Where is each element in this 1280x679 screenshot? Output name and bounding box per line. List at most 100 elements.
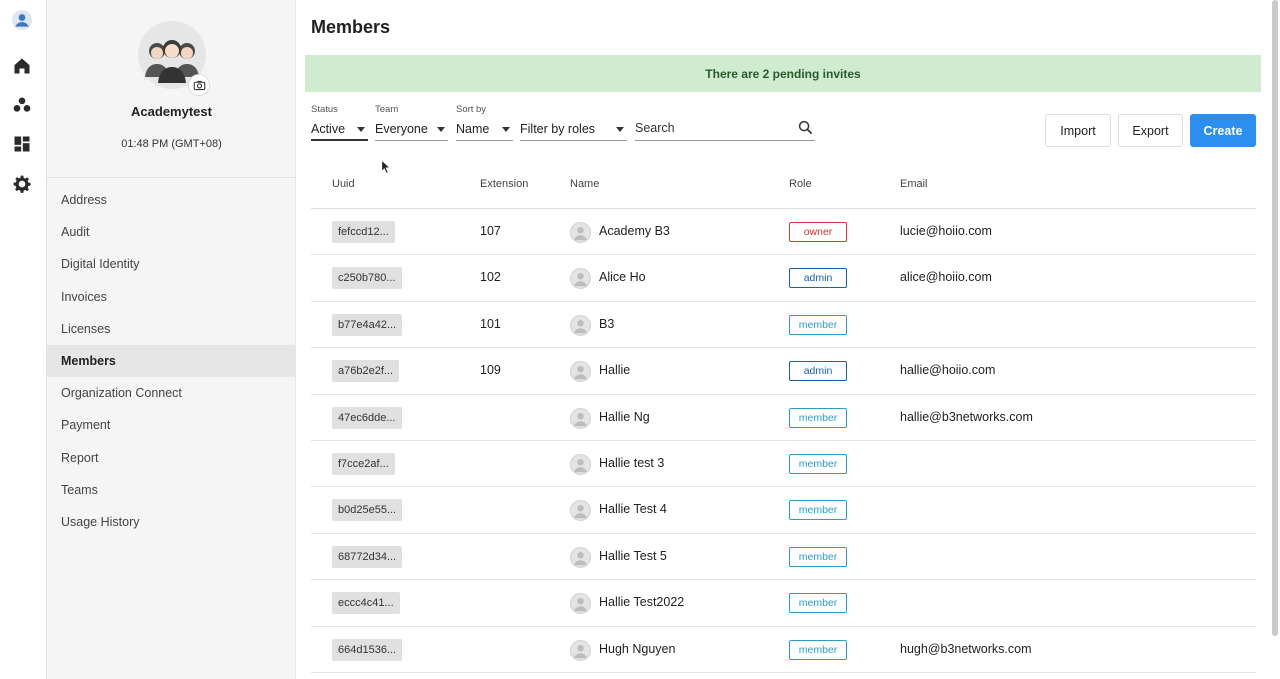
search-placeholder: Search: [635, 121, 675, 135]
team-filter[interactable]: Team Everyone: [375, 104, 448, 141]
uuid-chip[interactable]: eccc4c41...: [332, 592, 400, 615]
uuid-chip[interactable]: f7cce2af...: [332, 452, 395, 475]
home-icon[interactable]: [11, 55, 33, 77]
uuid-chip[interactable]: a76b2e2f...: [332, 360, 400, 383]
role-badge: admin: [789, 268, 847, 289]
table-row[interactable]: b77e4a42... 101 B3 member: [311, 302, 1256, 349]
scrollbar[interactable]: [1272, 0, 1278, 636]
extension-cell: 109: [480, 363, 501, 378]
member-avatar: [570, 361, 591, 383]
uuid-chip[interactable]: 47ec6dde...: [332, 406, 402, 429]
table-row[interactable]: a76b2e2f... 109 Hallie admin hallie@hoii…: [311, 348, 1256, 395]
status-filter-value: Active: [311, 122, 346, 136]
table-row[interactable]: f7cce2af... Hallie test 3 member: [311, 441, 1256, 488]
roles-filter-select[interactable]: Filter by roles: [520, 119, 627, 141]
team-filter-label: Team: [375, 104, 399, 115]
member-avatar: [570, 314, 591, 336]
table-row[interactable]: fefccd12... 107 Academy B3 owner lucie@h…: [311, 209, 1256, 256]
export-button[interactable]: Export: [1118, 114, 1183, 147]
dashboard-icon[interactable]: [11, 133, 33, 155]
role-badge: member: [789, 453, 847, 474]
sort-filter[interactable]: Sort by Name: [456, 104, 513, 141]
search-input[interactable]: Search: [635, 119, 815, 141]
main-content: Members There are 2 pending invites Stat…: [296, 0, 1270, 679]
team-filter-select[interactable]: Everyone: [375, 119, 448, 141]
name-cell: Hallie Test 4: [599, 502, 667, 517]
name-cell: Hallie Ng: [599, 409, 650, 424]
chevron-down-icon: [502, 127, 510, 132]
email-cell: lucie@hoiio.com: [900, 224, 992, 238]
name-cell: Academy B3: [599, 224, 670, 238]
member-avatar: [570, 222, 591, 243]
name-cell: Hugh Nguyen: [599, 641, 676, 656]
roles-filter-value: Filter by roles: [520, 122, 596, 136]
uuid-chip[interactable]: 68772d34...: [332, 545, 403, 568]
status-filter-label: Status: [311, 104, 338, 115]
header-uuid[interactable]: Uuid: [332, 178, 355, 190]
header-email[interactable]: Email: [900, 178, 928, 190]
team-filter-value: Everyone: [375, 122, 428, 136]
uuid-chip[interactable]: b77e4a42...: [332, 313, 403, 336]
member-avatar: [570, 407, 591, 429]
sidebar-item-payment[interactable]: Payment: [47, 409, 296, 441]
uuid-chip[interactable]: fefccd12...: [332, 221, 395, 243]
org-name: Academytest: [131, 104, 212, 119]
uuid-chip[interactable]: c250b780...: [332, 267, 402, 290]
status-filter[interactable]: Status Active: [311, 104, 368, 141]
create-button[interactable]: Create: [1190, 114, 1256, 147]
sidebar-item-digital-identity[interactable]: Digital Identity: [47, 248, 296, 280]
chevron-down-icon: [616, 127, 624, 132]
table-row[interactable]: 664d1536... Hugh Nguyen member hugh@b3ne…: [311, 627, 1256, 673]
sidebar-item-teams[interactable]: Teams: [47, 474, 296, 506]
pending-invites-banner[interactable]: There are 2 pending invites: [305, 55, 1261, 92]
member-avatar: [570, 268, 591, 290]
uuid-chip[interactable]: 664d1536...: [332, 638, 403, 661]
role-badge: owner: [789, 222, 847, 242]
role-badge: member: [789, 314, 847, 335]
role-badge: member: [789, 407, 847, 428]
member-avatar: [570, 546, 591, 568]
header-name[interactable]: Name: [570, 178, 599, 190]
role-badge: member: [789, 593, 847, 614]
gear-icon[interactable]: [11, 173, 33, 195]
name-cell: Hallie Test2022: [599, 595, 685, 610]
extension-cell: 107: [480, 224, 501, 238]
user-avatar-icon[interactable]: [11, 9, 33, 31]
uuid-chip[interactable]: b0d25e55...: [332, 499, 403, 522]
sort-filter-select[interactable]: Name: [456, 119, 513, 141]
role-badge: member: [789, 639, 847, 660]
sidebar-divider: [47, 177, 296, 178]
header-extension[interactable]: Extension: [480, 178, 528, 190]
table-row[interactable]: 68772d34... Hallie Test 5 member: [311, 534, 1256, 581]
sidebar-item-organization-connect[interactable]: Organization Connect: [47, 377, 296, 409]
table-row[interactable]: b0d25e55... Hallie Test 4 member: [311, 487, 1256, 534]
roles-filter[interactable]: Filter by roles: [520, 104, 627, 141]
table-row[interactable]: c250b780... 102 Alice Ho admin alice@hoi…: [311, 255, 1256, 302]
sidebar-item-licenses[interactable]: Licenses: [47, 313, 296, 345]
import-button[interactable]: Import: [1045, 114, 1111, 147]
name-cell: B3: [599, 316, 615, 331]
table-row[interactable]: 47ec6dde... Hallie Ng member hallie@b3ne…: [311, 395, 1256, 441]
sidebar-item-invoices[interactable]: Invoices: [47, 281, 296, 313]
search-icon[interactable]: [798, 120, 813, 140]
sort-filter-value: Name: [456, 122, 490, 136]
sidebar-item-address[interactable]: Address: [47, 184, 296, 216]
sidebar-item-usage-history[interactable]: Usage History: [47, 506, 296, 538]
header-role[interactable]: Role: [789, 178, 812, 190]
sidebar-item-audit[interactable]: Audit: [47, 216, 296, 248]
email-cell: hugh@b3networks.com: [900, 641, 1032, 656]
app-window: Academytest 01:48 PM (GMT+08) Address Au…: [0, 0, 1280, 679]
extension-cell: 102: [480, 270, 501, 285]
status-filter-select[interactable]: Active: [311, 119, 368, 141]
team-icon[interactable]: [11, 94, 33, 116]
table-row[interactable]: eccc4c41... Hallie Test2022 member: [311, 580, 1256, 627]
role-badge: admin: [789, 361, 847, 382]
sidebar-item-report[interactable]: Report: [47, 442, 296, 474]
role-badge: member: [789, 546, 847, 567]
email-cell: hallie@hoiio.com: [900, 363, 996, 378]
sort-filter-label: Sort by: [456, 104, 487, 115]
extension-cell: 101: [480, 316, 501, 331]
sidebar-item-members[interactable]: Members: [47, 344, 296, 378]
camera-icon[interactable]: [188, 74, 210, 96]
sidebar-menu: Address Audit Digital Identity Invoices …: [47, 184, 296, 538]
